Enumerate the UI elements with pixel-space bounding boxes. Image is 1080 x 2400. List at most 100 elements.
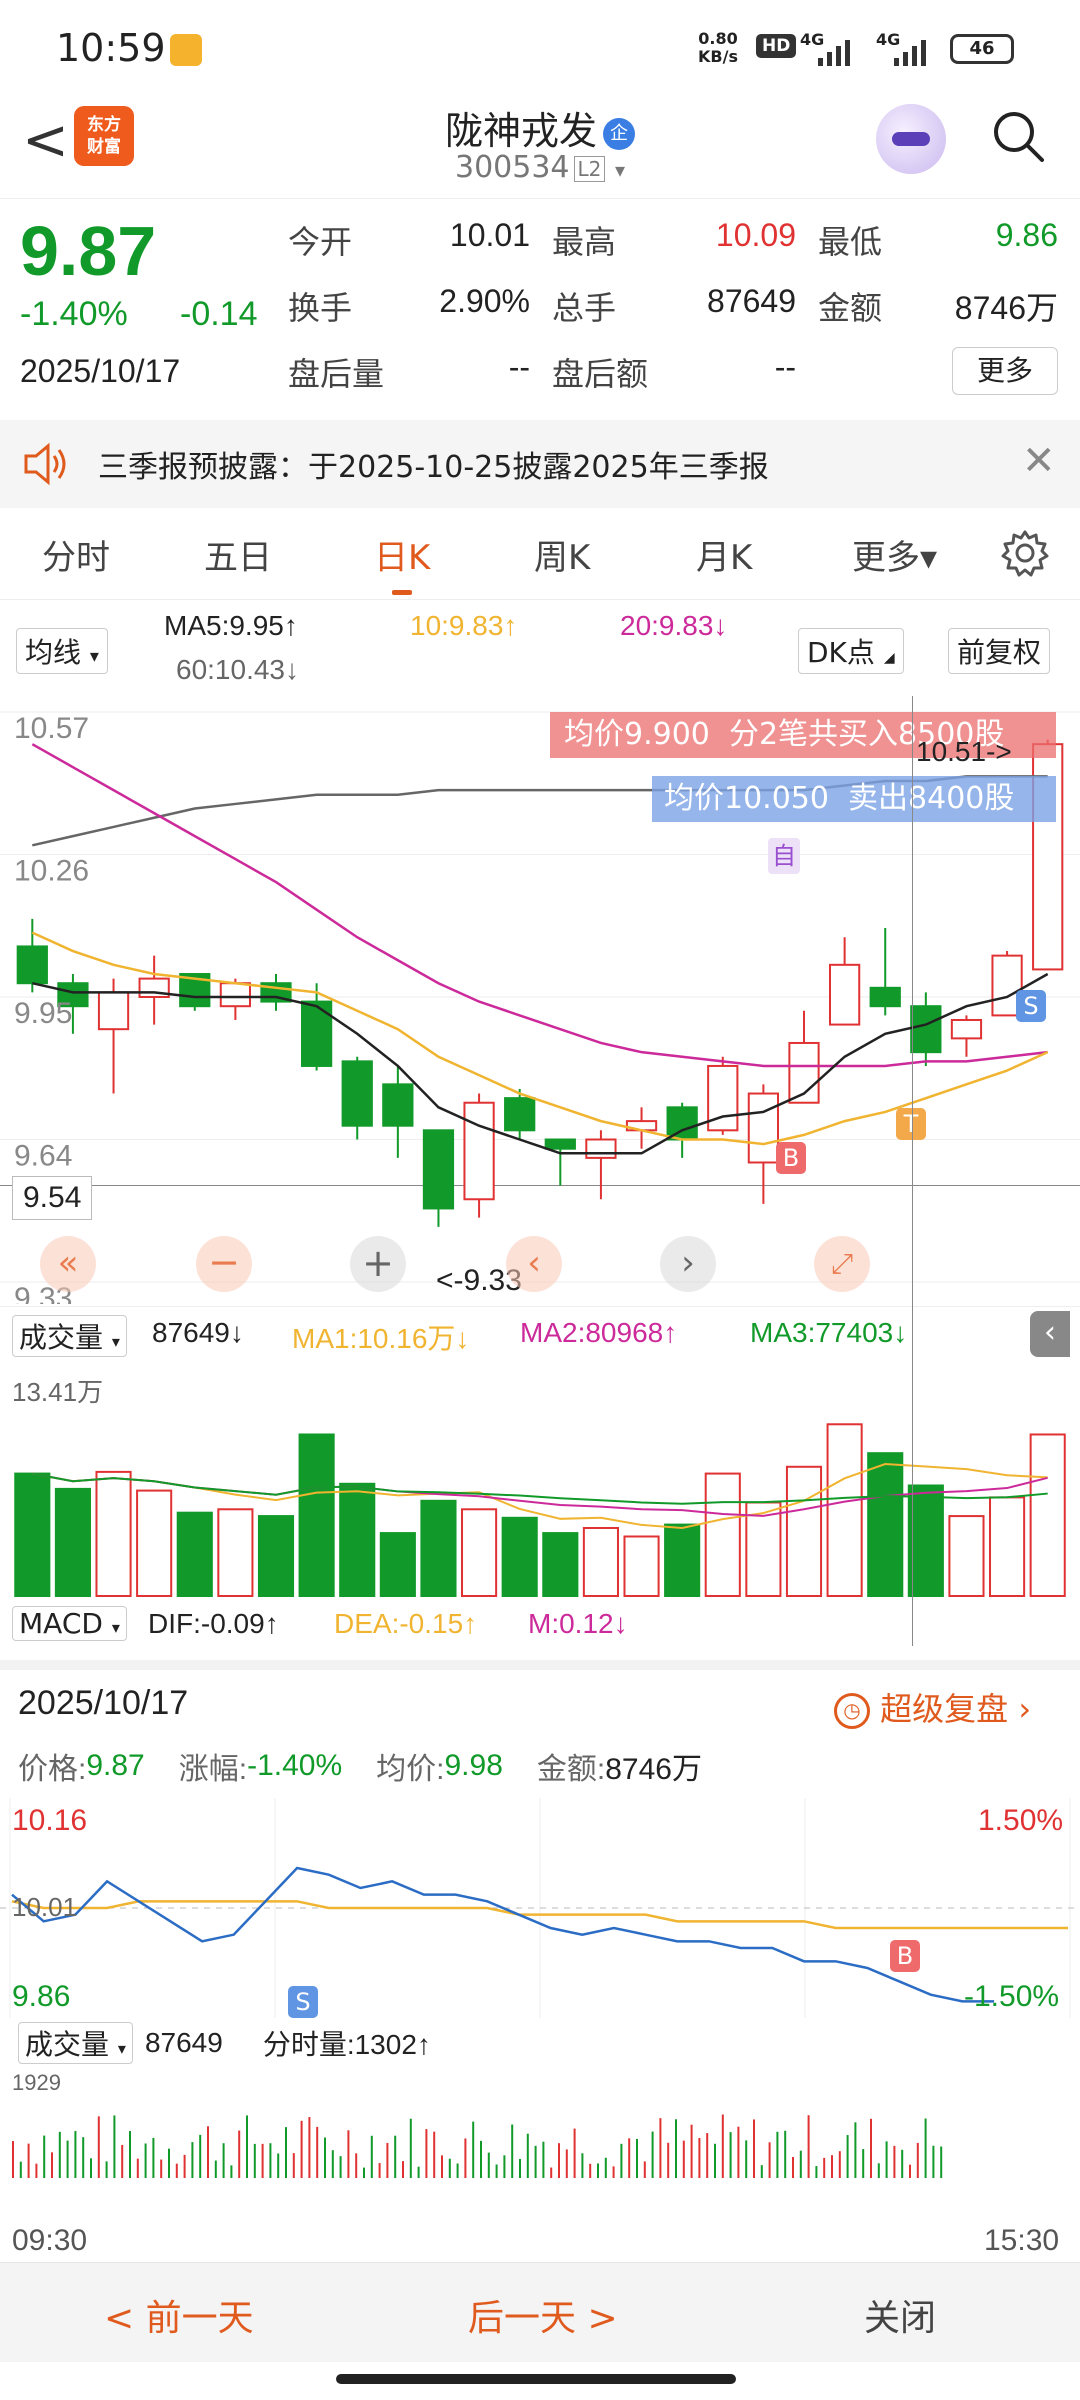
tick-volume-bar xyxy=(620,2143,623,2178)
intraday-sell-badge[interactable]: S xyxy=(288,1986,318,2018)
tick-volume-bar xyxy=(550,2167,553,2178)
tick-volume-bar xyxy=(877,2163,880,2178)
tick-volume-bar xyxy=(386,2142,389,2178)
step-back-button[interactable]: ‹ xyxy=(506,1236,562,1292)
field-value-turnover: 2.90% xyxy=(439,283,530,319)
tick-volume-bar xyxy=(425,2129,428,2178)
tick-volume-bar xyxy=(487,2152,490,2178)
tab-monthly-k[interactable]: 月K xyxy=(696,530,752,579)
volume-selector[interactable]: 成交量 ▾ xyxy=(12,1315,127,1357)
tick-volume-bar xyxy=(324,2137,326,2178)
macd-dea: DEA:-0.15↑ xyxy=(334,1608,478,1639)
signal-bars-icon xyxy=(818,40,850,66)
fast-backward-button[interactable]: « xyxy=(40,1236,96,1292)
tab-more[interactable]: 更多▾ xyxy=(852,530,937,579)
tab-intraday[interactable]: 分时 xyxy=(42,530,110,579)
dk-label: DK点 xyxy=(807,636,875,669)
tab-daily-k[interactable]: 日K xyxy=(374,530,430,595)
tick-volume-bar xyxy=(838,2151,841,2178)
enterprise-badge: 企 xyxy=(603,117,635,150)
volume-bar xyxy=(217,1508,254,1597)
y-axis-label: 10.26 xyxy=(14,855,89,888)
buy-badge[interactable]: B xyxy=(776,1142,806,1174)
tick-volume-bar xyxy=(589,2163,592,2178)
tick-volume-bar xyxy=(480,2140,482,2178)
search-icon[interactable] xyxy=(990,108,1046,164)
tick-volume-bar xyxy=(331,2150,334,2178)
last-price: 9.87 xyxy=(20,212,157,290)
more-button[interactable]: 更多 xyxy=(952,347,1058,395)
volume-bar xyxy=(867,1452,904,1597)
tick-volume-bar xyxy=(526,2133,529,2178)
volume-bar xyxy=(501,1516,538,1597)
intraday-buy-badge[interactable]: B xyxy=(890,1940,920,1972)
tick-volume-bar xyxy=(308,2117,311,2178)
tab-five-day[interactable]: 五日 xyxy=(204,530,272,579)
tick-volume-bar xyxy=(612,2166,615,2178)
volume-bar xyxy=(989,1496,1026,1597)
tick-volume-bar xyxy=(721,2114,724,2178)
time-end: 15:30 xyxy=(984,2224,1060,2257)
tick-volume-bar xyxy=(464,2138,467,2178)
tick-volume-bar xyxy=(753,2119,755,2178)
tick-volume-bar xyxy=(519,2158,521,2178)
self-select-badge[interactable]: 自 xyxy=(768,838,800,874)
ma10-value: 10:9.83↑ xyxy=(410,610,518,641)
adjust-button[interactable]: 前复权 xyxy=(948,628,1051,674)
fullscreen-icon[interactable]: ⤢ xyxy=(814,1236,870,1292)
candle-body xyxy=(828,963,861,1026)
hd-icon: HD xyxy=(756,34,797,58)
volume-bar xyxy=(176,1511,213,1597)
intraday-chart[interactable] xyxy=(0,1798,1080,2018)
tick-volume-bar xyxy=(105,2161,108,2178)
tick-volume-value: 分时量:1302↑ xyxy=(262,2029,431,2060)
next-day-button[interactable]: 后一天 > xyxy=(468,2289,618,2341)
settings-gear-icon[interactable] xyxy=(1000,528,1050,578)
tick-volume-bar xyxy=(456,2163,459,2178)
tick-volume-bar xyxy=(246,2115,248,2178)
tick-volume-bar xyxy=(199,2134,202,2178)
ma-selector-label: 均线 xyxy=(25,636,82,669)
tick-volume-bar xyxy=(823,2157,826,2178)
tick-volume-bar xyxy=(339,2156,342,2178)
close-icon[interactable]: ✕ xyxy=(1022,438,1056,484)
tick-volume-bar xyxy=(542,2141,545,2178)
tick-volume-bar xyxy=(261,2143,264,2178)
sell-badge[interactable]: S xyxy=(1016,990,1046,1022)
crosshair-vertical xyxy=(912,696,913,1646)
macd-selector[interactable]: MACD ▾ xyxy=(12,1606,127,1641)
battery-icon: 46 xyxy=(950,34,1014,64)
candle-body xyxy=(382,1083,414,1127)
intraday-stats: 价格: 9.87 涨幅: -1.40% 均价: 9.98 金额: 8746万 xyxy=(18,1744,702,1788)
dropdown-icon: ▾ xyxy=(614,158,625,182)
volume-bar xyxy=(542,1532,579,1597)
super-replay-label: 超级复盘 xyxy=(880,1690,1009,1728)
zoom-out-button[interactable]: − xyxy=(196,1236,252,1292)
kline-legend: 均线 ▾ MA5:9.95↑ 10:9.83↑ 20:9.83↓ 60:10.4… xyxy=(0,604,1080,694)
intraday-volume-selector[interactable]: 成交量 ▾ xyxy=(18,2022,133,2064)
previous-day-button[interactable]: < 前一天 xyxy=(104,2289,254,2341)
volume-max-label: 13.41万 xyxy=(12,1377,104,1407)
tick-volume-bar xyxy=(12,2141,14,2178)
tick-volume-bar xyxy=(230,2165,233,2178)
candle-body xyxy=(219,982,252,1008)
t-badge[interactable]: T xyxy=(896,1108,926,1140)
assistant-avatar[interactable] xyxy=(876,104,946,174)
dk-point-button[interactable]: DK点 ◢ xyxy=(798,628,904,674)
super-replay-link[interactable]: ◷ 超级复盘 › xyxy=(834,1684,1031,1730)
close-button[interactable]: 关闭 xyxy=(864,2289,936,2341)
tab-weekly-k[interactable]: 周K xyxy=(534,530,590,579)
ma-selector[interactable]: 均线 ▾ xyxy=(16,628,108,674)
zoom-in-button[interactable]: + xyxy=(350,1236,406,1292)
collapse-panel-button[interactable]: ‹ xyxy=(1030,1311,1070,1357)
status-bar: 10:59 0.80 KB/s HD 4G 4G 46 xyxy=(0,0,1080,100)
price-line xyxy=(11,1866,995,2003)
step-forward-button[interactable]: › xyxy=(660,1236,716,1292)
notice-bar[interactable]: 三季报预披露：于2025-10-25披露2025年三季报 ✕ xyxy=(0,420,1080,508)
tick-volume-bar xyxy=(222,2143,225,2178)
tick-volume-bar xyxy=(565,2149,568,2178)
notice-text: 三季报预披露：于2025-10-25披露2025年三季报 xyxy=(98,450,769,485)
sell-tooltip: 均价10.050 卖出8400股 xyxy=(652,776,1056,822)
volume-bar xyxy=(1029,1433,1066,1597)
high-marker: 10.51-> xyxy=(916,736,1012,767)
